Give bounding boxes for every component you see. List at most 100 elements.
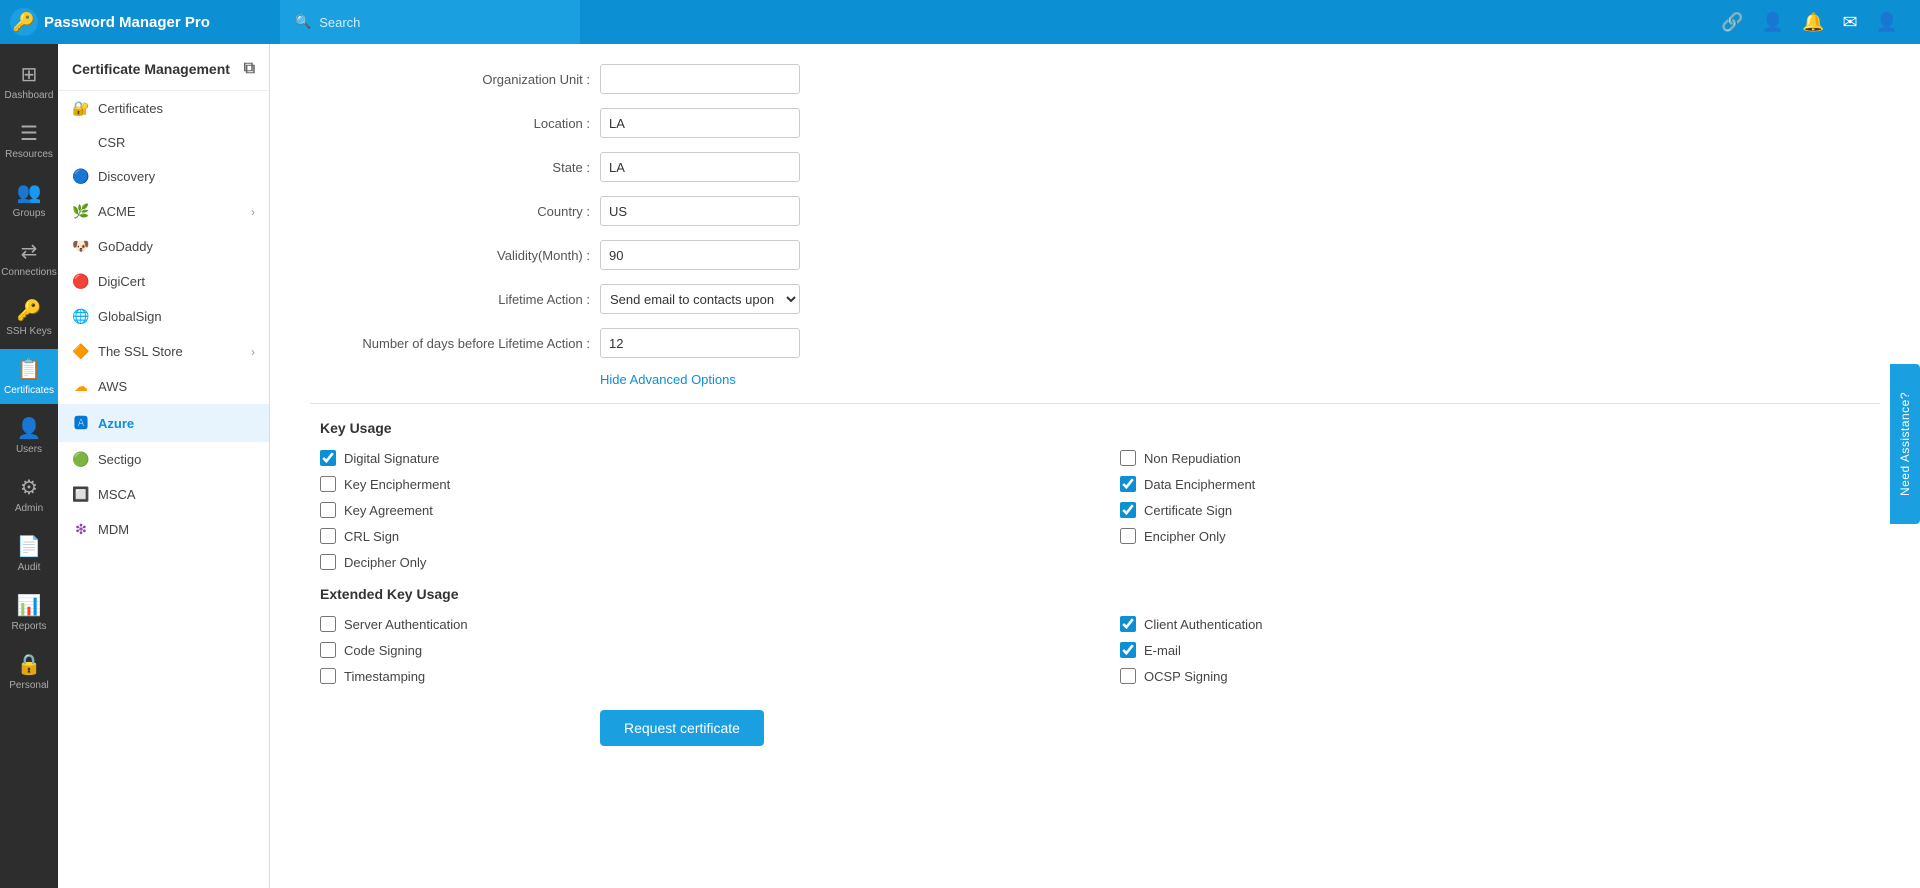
reports-icon: 📊 [17,593,42,618]
server-auth-checkbox[interactable] [320,616,336,632]
nav-item-globalsign[interactable]: 🌐 GlobalSign [58,299,269,334]
need-assistance-wrapper: Need Assistance? [1890,364,1920,524]
reports-label: Reports [11,621,46,632]
email-label: E-mail [1144,643,1181,658]
search-input[interactable] [319,15,565,30]
encipher-only-checkbox[interactable] [1120,528,1136,544]
country-label: Country : [310,204,590,219]
nav-item-acme[interactable]: 🌿 ACME › [58,194,269,229]
admin-icon: ⚙ [20,475,38,500]
csr-nav-label: CSR [98,135,125,150]
key-agreement-item: Key Agreement [320,502,1080,518]
nav-item-mdm[interactable]: ❇ MDM [58,512,269,547]
ocsp-signing-checkbox[interactable] [1120,668,1136,684]
request-cert-container: Request certificate [310,690,1880,746]
location-label: Location : [310,116,590,131]
days-before-row: Number of days before Lifetime Action : [310,328,1880,358]
request-certificate-button[interactable]: Request certificate [600,710,764,746]
extended-key-usage-section: Extended Key Usage Server Authentication… [310,586,1880,684]
certificates-nav-icon: 🔐 [72,100,90,117]
mail-icon[interactable]: ✉ [1842,12,1857,33]
crl-sign-checkbox[interactable] [320,528,336,544]
sectigo-nav-icon: 🟢 [72,451,90,468]
key-encipherment-item: Key Encipherment [320,476,1080,492]
client-auth-label: Client Authentication [1144,617,1263,632]
email-item: E-mail [1120,642,1880,658]
sidebar-item-reports[interactable]: 📊 Reports [0,585,58,640]
sidebar-item-ssh-keys[interactable]: 🔑 SSH Keys [0,290,58,345]
personal-label: Personal [9,680,48,691]
certificates-nav-label: Certificates [98,101,163,116]
ssh-keys-icon: 🔑 [17,298,42,323]
aws-nav-label: AWS [98,379,127,394]
need-assistance-button[interactable]: Need Assistance? [1890,364,1920,524]
sidebar-item-audit[interactable]: 📄 Audit [0,526,58,581]
key-agreement-checkbox[interactable] [320,502,336,518]
nav-sidebar-header: Certificate Management ⧉ [58,44,269,91]
email-checkbox[interactable] [1120,642,1136,658]
sidebar-item-personal[interactable]: 🔒 Personal [0,644,58,699]
nav-item-msca[interactable]: 🔲 MSCA [58,477,269,512]
certificate-sign-checkbox[interactable] [1120,502,1136,518]
msca-nav-label: MSCA [98,487,136,502]
sidebar-item-dashboard[interactable]: ⊞ Dashboard [0,54,58,109]
header-search[interactable]: 🔍 [280,0,580,44]
country-input[interactable] [600,196,800,226]
ssh-keys-label: SSH Keys [6,326,52,337]
account-icon[interactable]: 👤 [1876,12,1898,33]
code-signing-item: Code Signing [320,642,1080,658]
nav-item-sslstore[interactable]: 🔶 The SSL Store › [58,334,269,369]
client-auth-checkbox[interactable] [1120,616,1136,632]
ocsp-signing-item: OCSP Signing [1120,668,1880,684]
sidebar-item-groups[interactable]: 👥 Groups [0,172,58,227]
lifetime-action-select[interactable]: Send email to contacts upon expiry Auto … [600,284,800,314]
acme-chevron-icon: › [251,205,255,219]
hide-advanced-link[interactable]: Hide Advanced Options [600,372,1880,387]
decipher-only-item: Decipher Only [320,554,1080,570]
timestamping-checkbox[interactable] [320,668,336,684]
timestamping-label: Timestamping [344,669,425,684]
icon-sidebar: ⊞ Dashboard ☰ Resources 👥 Groups ⇄ Conne… [0,44,58,888]
digital-signature-checkbox[interactable] [320,450,336,466]
resources-icon: ☰ [20,121,38,146]
code-signing-checkbox[interactable] [320,642,336,658]
location-input[interactable] [600,108,800,138]
section-divider [310,403,1880,404]
org-unit-input[interactable] [600,64,800,94]
link-icon[interactable]: 🔗 [1721,12,1743,33]
nav-item-certificates[interactable]: 🔐 Certificates [58,91,269,126]
globalsign-nav-icon: 🌐 [72,308,90,325]
extended-key-usage-title: Extended Key Usage [320,586,1880,602]
nav-item-aws[interactable]: ☁ AWS [58,369,269,404]
user-icon[interactable]: 👤 [1762,12,1784,33]
decipher-only-checkbox[interactable] [320,554,336,570]
nav-item-digicert[interactable]: 🔴 DigiCert [58,264,269,299]
globalsign-nav-label: GlobalSign [98,309,162,324]
validity-input[interactable] [600,240,800,270]
timestamping-item: Timestamping [320,668,1080,684]
dashboard-label: Dashboard [5,90,54,101]
non-repudiation-checkbox[interactable] [1120,450,1136,466]
msca-nav-icon: 🔲 [72,486,90,503]
sidebar-item-certificates[interactable]: 📋 Certificates [0,349,58,404]
data-encipherment-label: Data Encipherment [1144,477,1255,492]
key-encipherment-checkbox[interactable] [320,476,336,492]
state-input[interactable] [600,152,800,182]
ocsp-signing-label: OCSP Signing [1144,669,1228,684]
users-icon: 👤 [17,416,42,441]
nav-item-azure[interactable]: 🅰 Azure [58,404,269,442]
azure-nav-icon: 🅰 [72,413,90,433]
nav-item-godaddy[interactable]: 🐶 GoDaddy [58,229,269,264]
nav-item-csr[interactable]: CSR [58,126,269,159]
data-encipherment-checkbox[interactable] [1120,476,1136,492]
days-before-input[interactable] [600,328,800,358]
sidebar-item-connections[interactable]: ⇄ Connections [0,231,58,286]
sidebar-item-admin[interactable]: ⚙ Admin [0,467,58,522]
sidebar-item-resources[interactable]: ☰ Resources [0,113,58,168]
copy-icon[interactable]: ⧉ [244,60,255,78]
bell-icon[interactable]: 🔔 [1802,12,1824,33]
mdm-nav-icon: ❇ [72,521,90,538]
nav-item-sectigo[interactable]: 🟢 Sectigo [58,442,269,477]
nav-item-discovery[interactable]: 🔵 Discovery [58,159,269,194]
sidebar-item-users[interactable]: 👤 Users [0,408,58,463]
